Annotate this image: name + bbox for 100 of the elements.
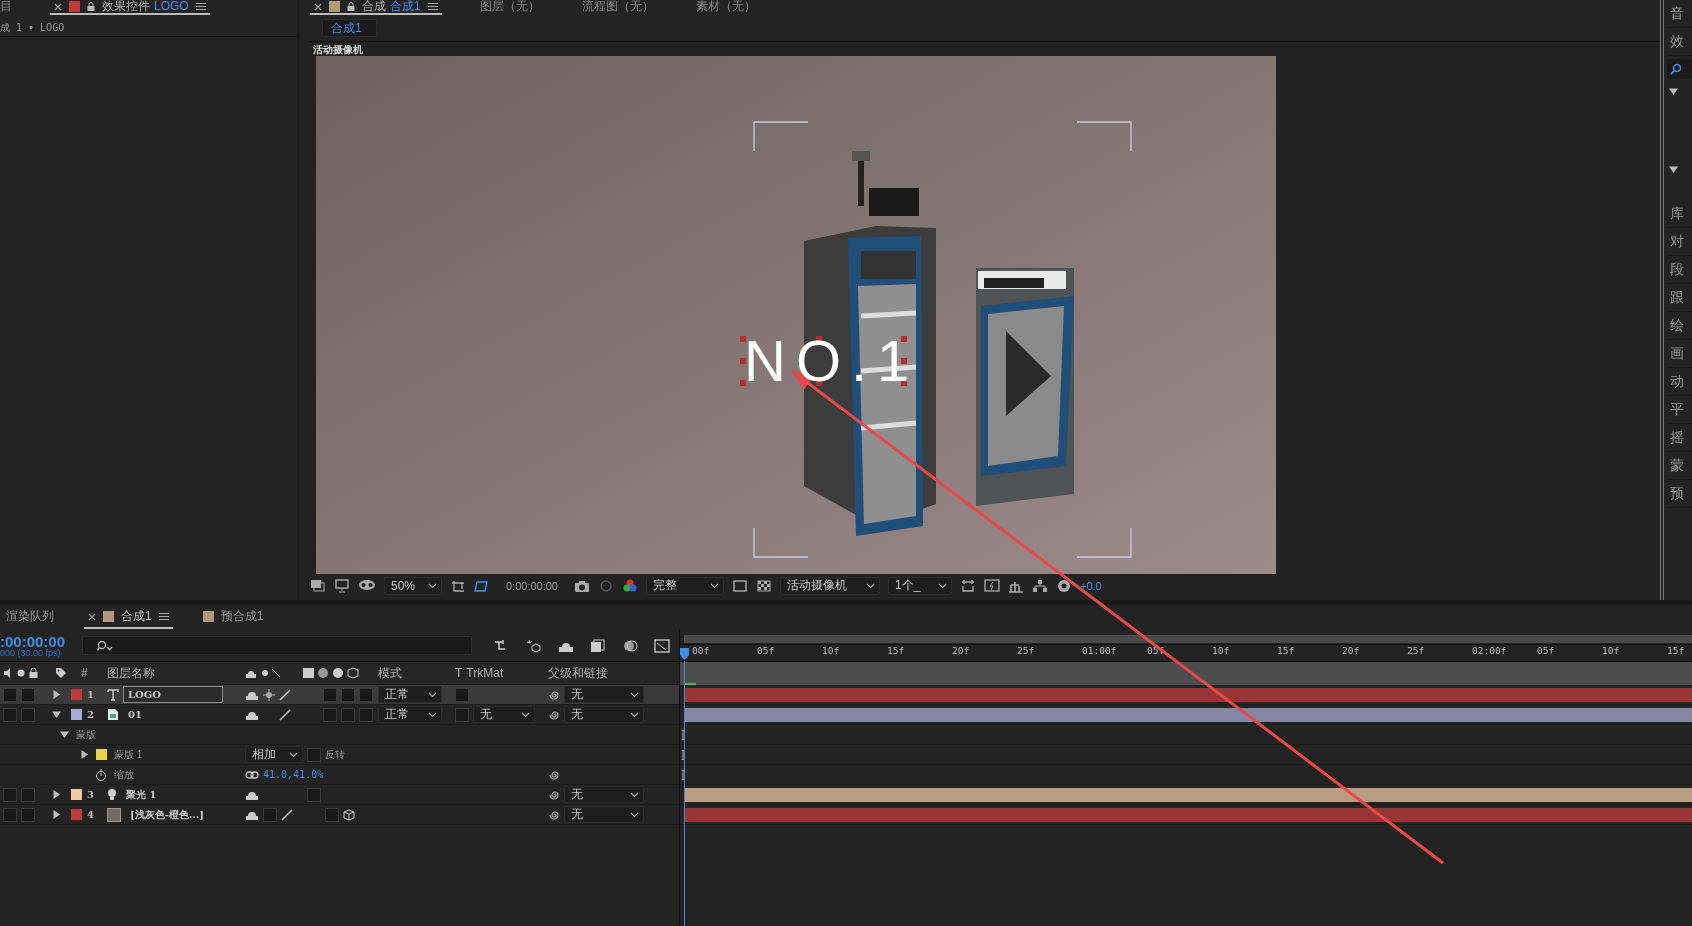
invert-checkbox[interactable] xyxy=(307,747,321,762)
video-switch[interactable] xyxy=(3,807,17,822)
layer-name[interactable]: LOGO xyxy=(123,686,223,703)
mask-mode-dropdown[interactable]: 相加 xyxy=(245,746,303,763)
crop-icon[interactable] xyxy=(450,578,466,593)
parent-dropdown[interactable]: 无 xyxy=(564,686,644,703)
search-field[interactable] xyxy=(1667,59,1692,79)
flowchart-icon[interactable] xyxy=(1032,578,1048,593)
region-icon[interactable] xyxy=(732,578,748,593)
switch-box[interactable] xyxy=(263,807,277,822)
layer-duration-bar[interactable] xyxy=(684,787,1692,802)
graph-editor-icon[interactable] xyxy=(654,638,670,653)
quality-switch-icon[interactable] xyxy=(281,808,293,821)
layer-row[interactable]: 3 聚光 1 无 xyxy=(0,785,679,805)
panel-label[interactable]: 跟 xyxy=(1670,288,1684,307)
switch-box[interactable] xyxy=(323,687,337,702)
playhead-handle[interactable] xyxy=(680,648,689,660)
property-value[interactable]: 41.0,41.0% xyxy=(263,769,324,780)
cube-icon[interactable] xyxy=(343,808,355,821)
fast-preview-icon[interactable] xyxy=(984,578,1000,593)
expand-toggle[interactable] xyxy=(52,710,61,719)
stopwatch-icon[interactable] xyxy=(95,768,107,781)
solo-switch[interactable] xyxy=(21,707,35,722)
layer-duration-bar[interactable] xyxy=(684,707,1692,722)
expand-toggle[interactable] xyxy=(80,750,89,759)
panel-label[interactable]: 动 xyxy=(1670,372,1684,391)
link-icon[interactable] xyxy=(245,770,259,779)
panel-label[interactable]: 库 xyxy=(1670,204,1684,223)
blend-mode-dropdown[interactable]: 正常 xyxy=(378,686,442,703)
pick-whip-icon[interactable] xyxy=(548,688,560,701)
solo-switch[interactable] xyxy=(21,687,35,702)
switch-box[interactable] xyxy=(325,807,339,822)
menu-icon[interactable] xyxy=(158,612,169,621)
section-toggle[interactable] xyxy=(1669,164,1678,174)
pick-whip-icon[interactable] xyxy=(548,708,560,721)
layer-name[interactable]: [浅灰色-橙色...] xyxy=(125,806,225,823)
frame-icon[interactable] xyxy=(474,578,490,593)
layer-row[interactable]: 2 01 正常 无 无 xyxy=(0,705,679,725)
panel-label[interactable]: 蒙 xyxy=(1670,456,1684,475)
resolution-dropdown[interactable]: 完整 xyxy=(646,576,724,595)
expand-toggle[interactable] xyxy=(60,730,69,739)
close-icon[interactable] xyxy=(54,2,62,11)
solo-switch[interactable] xyxy=(21,787,35,802)
transparency-grid-icon[interactable] xyxy=(756,578,772,593)
3d-switch[interactable] xyxy=(341,707,355,722)
mask-name[interactable]: 蒙版 1 xyxy=(114,747,143,762)
quality-switch-icon[interactable] xyxy=(279,708,291,721)
expand-toggle[interactable] xyxy=(52,790,61,799)
video-switch[interactable] xyxy=(3,707,17,722)
parent-dropdown[interactable]: 无 xyxy=(564,806,644,823)
switch-box[interactable] xyxy=(359,707,373,722)
panel-label[interactable]: 对 xyxy=(1670,232,1684,251)
frame-blending-icon[interactable] xyxy=(590,638,606,653)
layer-row[interactable]: 1 LOGO 正常 无 xyxy=(0,685,679,705)
monitor-icon[interactable] xyxy=(334,578,350,593)
section-toggle[interactable] xyxy=(1669,86,1678,96)
motion-blur-icon[interactable] xyxy=(622,638,638,653)
switch-box[interactable] xyxy=(323,707,337,722)
draft-3d-icon[interactable] xyxy=(526,638,542,653)
layer-name[interactable]: 01 xyxy=(123,706,223,723)
menu-icon[interactable] xyxy=(427,2,438,11)
mask-icon[interactable] xyxy=(358,578,376,593)
layer-row[interactable]: 4 [浅灰色-橙色...] 无 xyxy=(0,805,679,825)
panel-label[interactable]: 平 xyxy=(1670,400,1684,419)
close-icon[interactable] xyxy=(88,612,96,621)
comp-tab-button[interactable]: 合成1 xyxy=(322,19,377,37)
panel-label[interactable]: 绘 xyxy=(1670,316,1684,335)
track-matte-dropdown[interactable]: 无 xyxy=(473,706,535,723)
video-switch[interactable] xyxy=(3,687,17,702)
reset-icon[interactable] xyxy=(960,578,976,593)
parent-dropdown[interactable]: 无 xyxy=(564,706,644,723)
panel-label[interactable]: 预 xyxy=(1670,484,1684,503)
pick-whip-icon[interactable] xyxy=(548,788,560,801)
panel-tab[interactable]: 目 xyxy=(0,0,12,13)
blend-mode-dropdown[interactable]: 正常 xyxy=(378,706,442,723)
panel-label[interactable]: 段 xyxy=(1670,260,1684,279)
close-icon[interactable] xyxy=(314,2,322,11)
switch-box[interactable] xyxy=(359,687,373,702)
pick-whip-icon[interactable] xyxy=(548,768,560,781)
expand-toggle[interactable] xyxy=(52,690,61,699)
exposure-value[interactable]: +0.0 xyxy=(1080,579,1102,592)
panel-tab[interactable]: 效果控件 LOGO xyxy=(102,0,189,13)
camera-dropdown[interactable]: 活动摄像机 xyxy=(780,576,880,595)
search-field[interactable] xyxy=(82,636,472,655)
stack-icon[interactable] xyxy=(310,578,326,593)
panel-tab[interactable]: 素材（无） xyxy=(695,0,756,13)
panel-tab[interactable]: 渲染队列 xyxy=(6,610,54,623)
3d-switch[interactable] xyxy=(341,687,355,702)
channels-icon[interactable] xyxy=(622,578,638,593)
panel-tab[interactable]: 预合成1 xyxy=(220,610,264,623)
panel-label[interactable]: 摇 xyxy=(1670,428,1684,447)
pick-whip-icon[interactable] xyxy=(548,808,560,821)
parent-dropdown[interactable]: 无 xyxy=(564,786,644,803)
solo-switch[interactable] xyxy=(21,807,35,822)
panel-tab[interactable]: 合成1 xyxy=(121,610,152,623)
camera-icon[interactable] xyxy=(574,578,590,593)
zoom-dropdown[interactable]: 50% xyxy=(384,576,442,595)
panel-label[interactable]: 画 xyxy=(1670,344,1684,363)
layer-name[interactable]: 聚光 1 xyxy=(121,786,221,803)
panel-tab[interactable]: 流程图（无） xyxy=(581,0,654,13)
